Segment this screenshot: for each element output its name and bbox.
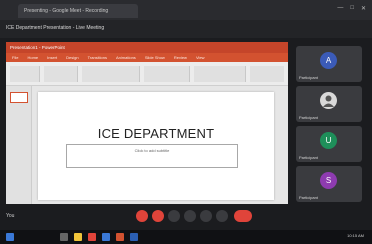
ribbon-tab[interactable]: View [196, 53, 205, 62]
captions-button[interactable] [168, 210, 180, 222]
end-call-button[interactable] [234, 210, 252, 222]
meeting-header: ICE Department Presentation - Live Meeti… [0, 20, 372, 38]
slide-title[interactable]: ICE DEPARTMENT [38, 126, 274, 141]
participant-tile[interactable]: U Participant [296, 126, 362, 162]
more-options-button[interactable] [216, 210, 228, 222]
shared-screen: Presentation1 - PowerPoint File Home Ins… [6, 42, 288, 204]
browser-tab[interactable]: Presenting - Google Meet - Recording [18, 4, 138, 18]
participant-list: A Participant Participant U Participant … [296, 42, 366, 204]
taskbar: 10:15 AM [0, 230, 372, 244]
participant-name: Participant [299, 75, 318, 80]
ribbon-tab[interactable]: Insert [47, 53, 57, 62]
avatar: A [320, 52, 337, 69]
slide[interactable]: ICE DEPARTMENT Click to add subtitle [38, 92, 274, 200]
participant-tile[interactable]: Participant [296, 86, 362, 122]
ribbon-tab[interactable]: Transitions [88, 53, 107, 62]
subtitle-text: Click to add subtitle [134, 148, 170, 153]
window-controls: — □ ✕ [337, 5, 366, 12]
participant-name: Participant [299, 155, 318, 160]
slides-group[interactable] [44, 66, 78, 82]
editing-group[interactable] [250, 66, 284, 82]
browser-title-bar: Presenting - Google Meet - Recording — □… [0, 0, 372, 20]
mic-off-button[interactable] [136, 210, 148, 222]
participant-tile[interactable]: S Participant [296, 166, 362, 202]
start-icon[interactable] [6, 233, 14, 241]
slide-thumbnail[interactable] [10, 92, 28, 103]
chrome-icon[interactable] [88, 233, 96, 241]
edge-icon[interactable] [102, 233, 110, 241]
ribbon-toolbar [6, 62, 288, 86]
self-label: You [6, 213, 15, 219]
slide-thumbnails [6, 86, 32, 204]
powerpoint-title-bar: Presentation1 - PowerPoint [6, 42, 288, 53]
slide-editor: ICE DEPARTMENT Click to add subtitle [6, 86, 288, 204]
minimize-icon[interactable]: — [337, 5, 343, 12]
close-icon[interactable]: ✕ [361, 5, 366, 12]
maximize-icon[interactable]: □ [350, 5, 354, 12]
clipboard-group[interactable] [10, 66, 40, 82]
subtitle-placeholder[interactable]: Click to add subtitle [66, 144, 238, 168]
word-icon[interactable] [130, 233, 138, 241]
powerpoint-icon[interactable] [116, 233, 124, 241]
avatar [320, 92, 337, 109]
meeting-title: ICE Department Presentation - Live Meeti… [6, 25, 105, 31]
paragraph-group[interactable] [144, 66, 190, 82]
monitor-screen: Presenting - Google Meet - Recording — □… [0, 0, 372, 244]
meeting-controls: You [0, 206, 372, 226]
raise-hand-button[interactable] [200, 210, 212, 222]
ribbon-tab[interactable]: Slide Show [145, 53, 165, 62]
user-icon [323, 95, 334, 107]
ribbon-tab[interactable]: Design [66, 53, 78, 62]
drawing-group[interactable] [194, 66, 246, 82]
camera-off-button[interactable] [152, 210, 164, 222]
folder-icon[interactable] [74, 233, 82, 241]
avatar: S [320, 172, 337, 189]
ribbon-tab[interactable]: Home [27, 53, 38, 62]
avatar: U [320, 132, 337, 149]
search-icon[interactable] [60, 233, 68, 241]
ribbon-tab[interactable]: Review [174, 53, 187, 62]
taskbar-clock: 10:15 AM [347, 233, 364, 238]
participant-tile[interactable]: A Participant [296, 46, 362, 82]
ribbon-tab[interactable]: File [12, 53, 18, 62]
participant-name: Participant [299, 115, 318, 120]
ribbon-tab[interactable]: Animations [116, 53, 136, 62]
present-button[interactable] [184, 210, 196, 222]
ribbon-tabs: File Home Insert Design Transitions Anim… [6, 53, 288, 62]
font-group[interactable] [82, 66, 140, 82]
participant-name: Participant [299, 195, 318, 200]
